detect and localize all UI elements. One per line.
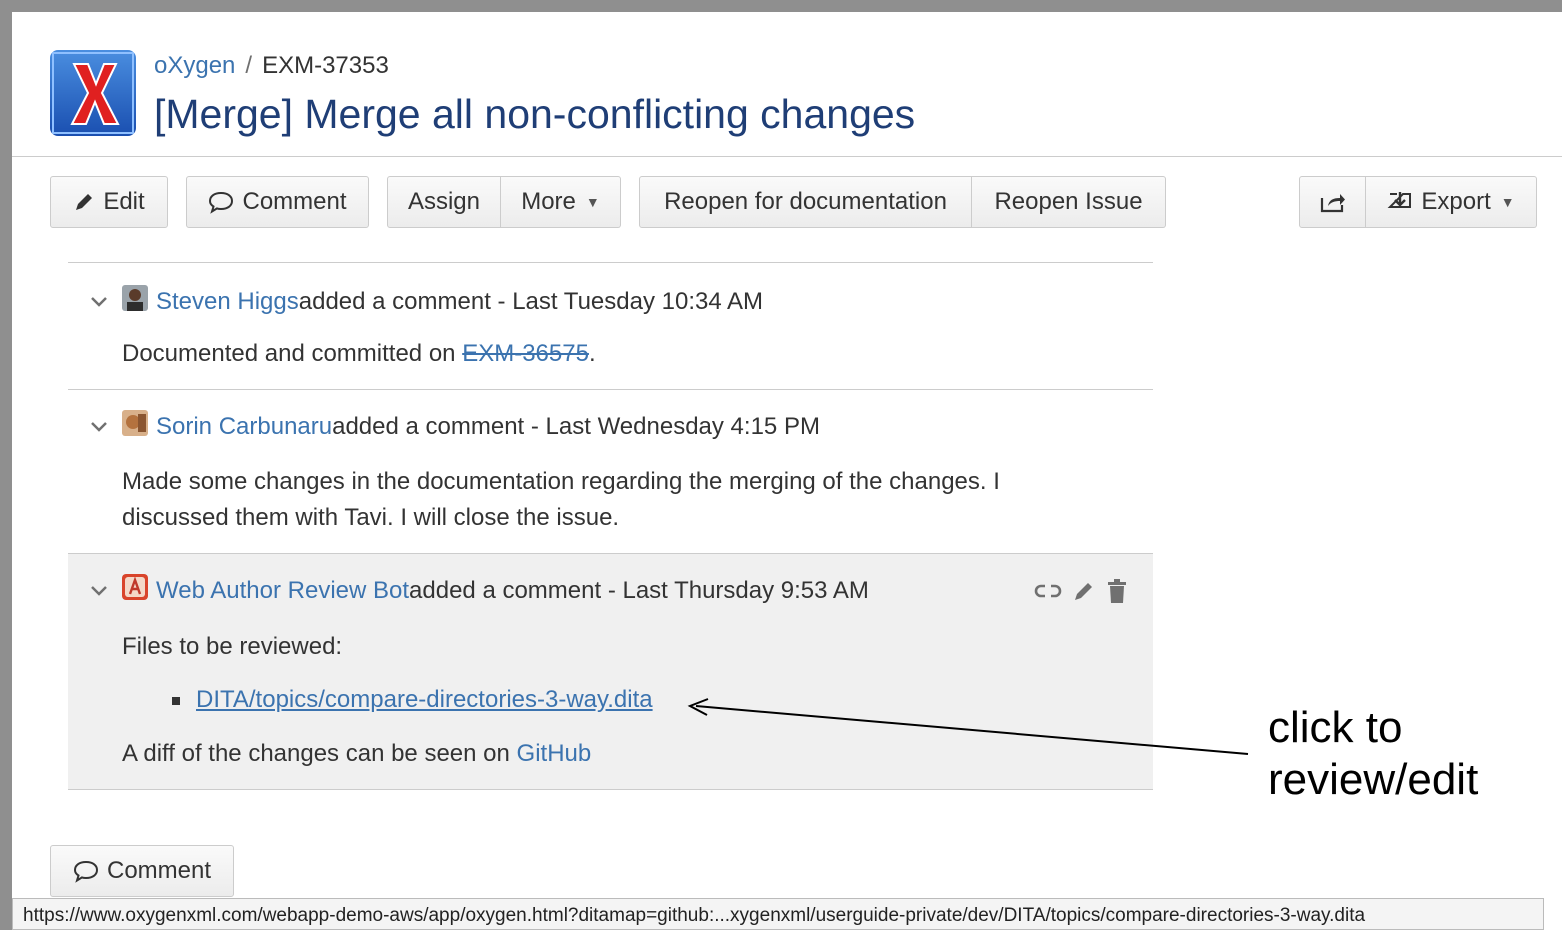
annotation-line: review/edit [1268,755,1479,804]
speech-bubble-icon [73,859,99,883]
status-bar-url: https://www.oxygenxml.com/webapp-demo-aw… [12,898,1544,930]
annotation-line: click to [1268,703,1403,752]
add-comment-label: Comment [106,857,212,884]
add-comment-button[interactable]: Comment [50,845,234,897]
annotation-callout: click to review/edit [1268,702,1478,806]
